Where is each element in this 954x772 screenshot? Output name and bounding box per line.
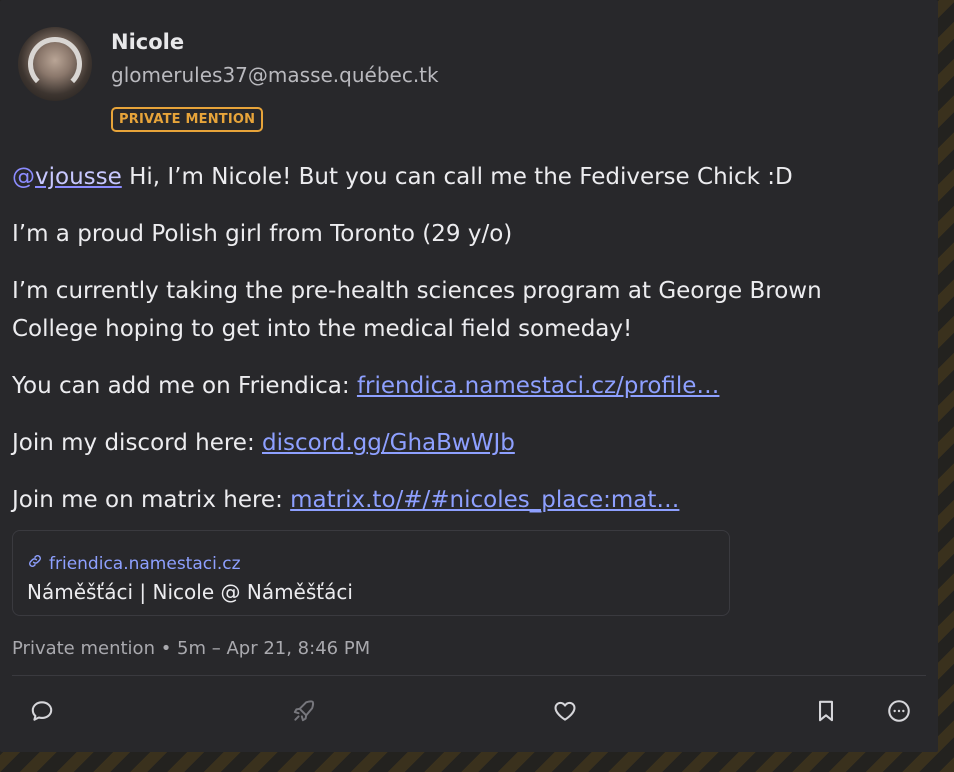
reply-button[interactable] xyxy=(27,698,57,728)
link-preview-card[interactable]: friendica.namestaci.cz Náměšťáci | Nicol… xyxy=(12,530,730,616)
mention-link[interactable]: @vjousse xyxy=(12,164,122,190)
bookmark-button[interactable] xyxy=(811,698,841,728)
visibility-label: Private mention xyxy=(12,638,155,659)
meta-separator: • xyxy=(154,638,178,659)
author-handle[interactable]: glomerules37@masse.québec.tk xyxy=(111,63,439,87)
content-line-4: You can add me on Friendica: friendica.n… xyxy=(12,367,912,405)
avatar[interactable] xyxy=(18,27,92,101)
link-icon xyxy=(27,553,43,574)
matrix-link[interactable]: matrix.to/#/#nicoles_place:mat… xyxy=(290,487,679,513)
avatar-headphones xyxy=(28,37,82,91)
line-6-text: Join me on matrix here: xyxy=(12,487,291,513)
private-mention-badge: PRIVATE MENTION xyxy=(111,107,264,132)
line-5-text: Join my discord here: xyxy=(12,430,263,456)
actions-divider xyxy=(12,675,926,676)
mention-prefix: @ xyxy=(12,164,35,190)
content-line-3: I’m currently taking the pre-health scie… xyxy=(12,278,822,342)
boost-icon xyxy=(291,698,317,728)
reply-icon xyxy=(29,698,55,728)
author-name[interactable]: Nicole xyxy=(111,30,184,54)
status-content: @vjousse Hi, I’m Nicole! But you can cal… xyxy=(12,158,912,538)
more-button[interactable] xyxy=(884,698,914,728)
content-line-1: @vjousse Hi, I’m Nicole! But you can cal… xyxy=(12,158,912,196)
preview-title: Náměšťáci | Nicole @ Náměšťáci xyxy=(27,580,353,604)
preview-host-text: friendica.namestaci.cz xyxy=(49,553,241,574)
favourite-button[interactable] xyxy=(550,698,580,728)
content-line-6: Join me on matrix here: matrix.to/#/#nic… xyxy=(12,481,912,519)
boost-button[interactable] xyxy=(289,698,319,728)
line-4-text: You can add me on Friendica: xyxy=(12,373,357,399)
mention-username: vjousse xyxy=(35,164,122,190)
timestamp[interactable]: 5m – Apr 21, 8:46 PM xyxy=(177,638,370,659)
content-line-5: Join my discord here: discord.gg/GhaBwWJ… xyxy=(12,424,912,462)
discord-link[interactable]: discord.gg/GhaBwWJb xyxy=(262,430,515,456)
status-card: Nicole glomerules37@masse.québec.tk PRIV… xyxy=(0,0,938,752)
friendica-profile-link[interactable]: friendica.namestaci.cz/profile… xyxy=(357,373,720,399)
more-icon xyxy=(886,698,912,728)
bookmark-icon xyxy=(813,698,839,728)
content-line-2: I’m a proud Polish girl from Toronto (29… xyxy=(12,221,513,247)
preview-host: friendica.namestaci.cz xyxy=(27,553,241,574)
line-1-text: Hi, I’m Nicole! But you can call me the … xyxy=(121,164,793,190)
favourite-icon xyxy=(552,698,578,728)
status-meta: Private mention • 5m – Apr 21, 8:46 PM xyxy=(12,638,370,659)
